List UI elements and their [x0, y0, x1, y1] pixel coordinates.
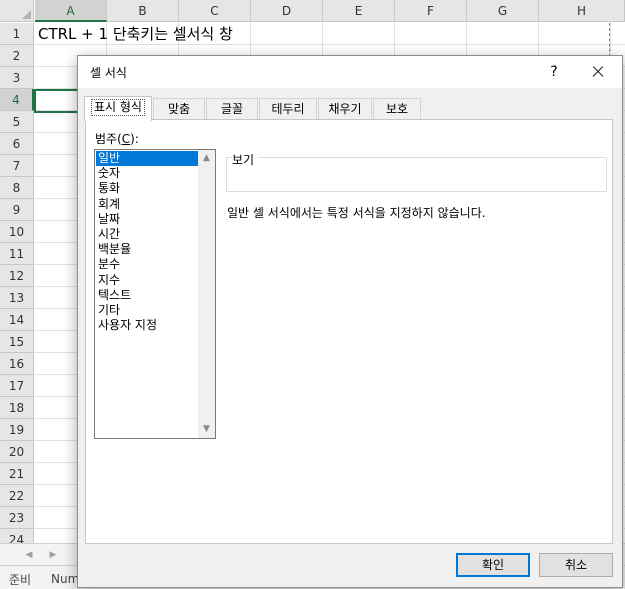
- cancel-button[interactable]: 취소: [539, 553, 613, 577]
- row-header-2[interactable]: 2: [0, 45, 34, 67]
- row-header-4[interactable]: 4: [0, 89, 34, 111]
- category-item[interactable]: 회계: [96, 197, 198, 212]
- category-item[interactable]: 분수: [96, 257, 198, 272]
- dialog-titlebar[interactable]: 셀 서식 ?: [78, 56, 622, 88]
- category-scrollbar[interactable]: ▲ ▼: [198, 150, 215, 438]
- row-header-6[interactable]: 6: [0, 133, 34, 155]
- dialog-title: 셀 서식: [90, 66, 127, 80]
- category-items: 일반 숫자 통화 회계 날짜 시간 백분율 분수 지수 텍스트 기타 사용자 지정: [96, 151, 198, 333]
- sample-label: 보기: [232, 151, 259, 168]
- scroll-up-icon[interactable]: ▲: [198, 150, 215, 167]
- row-header-9[interactable]: 9: [0, 199, 34, 221]
- help-button[interactable]: ?: [541, 59, 567, 85]
- row-header-22[interactable]: 22: [0, 485, 34, 507]
- tab-number-format[interactable]: 표시 형식: [84, 96, 152, 121]
- column-header-b[interactable]: B: [107, 0, 179, 22]
- column-header-e[interactable]: E: [323, 0, 395, 22]
- category-item[interactable]: 날짜: [96, 212, 198, 227]
- row-header-17[interactable]: 17: [0, 375, 34, 397]
- close-icon[interactable]: [584, 59, 612, 85]
- row-header-12[interactable]: 12: [0, 265, 34, 287]
- column-header-f[interactable]: F: [395, 0, 467, 22]
- tab-border[interactable]: 테두리: [259, 98, 317, 120]
- tab-alignment[interactable]: 맞춤: [153, 98, 205, 120]
- row-header-15[interactable]: 15: [0, 331, 34, 353]
- cell-a1-text: CTRL + 1 단축키는 셀서식 창: [38, 25, 233, 43]
- row-header-11[interactable]: 11: [0, 243, 34, 265]
- select-all-corner[interactable]: [0, 0, 34, 22]
- scroll-down-icon[interactable]: ▼: [198, 421, 215, 438]
- row-header-13[interactable]: 13: [0, 287, 34, 309]
- column-header-a[interactable]: A: [35, 0, 107, 22]
- row-header-5[interactable]: 5: [0, 111, 34, 133]
- status-ready: 준비: [9, 573, 32, 587]
- tab-font[interactable]: 글꼴: [206, 98, 258, 120]
- category-item[interactable]: 백분율: [96, 242, 198, 257]
- row-header-23[interactable]: 23: [0, 507, 34, 529]
- column-header-d[interactable]: D: [251, 0, 323, 22]
- row-header-18[interactable]: 18: [0, 397, 34, 419]
- category-item[interactable]: 일반: [96, 151, 198, 167]
- category-label: 범주(C):: [95, 132, 139, 146]
- category-item[interactable]: 시간: [96, 227, 198, 242]
- category-listbox[interactable]: 일반 숫자 통화 회계 날짜 시간 백분율 분수 지수 텍스트 기타 사용자 지정 ▲ ▼: [94, 149, 216, 439]
- triangle-left-icon[interactable]: ◀: [20, 544, 38, 566]
- column-header-h[interactable]: H: [539, 0, 625, 22]
- category-item[interactable]: 기타: [96, 303, 198, 318]
- column-header-c[interactable]: C: [179, 0, 251, 22]
- column-header-g[interactable]: G: [467, 0, 539, 22]
- row-header-16[interactable]: 16: [0, 353, 34, 375]
- category-item[interactable]: 사용자 지정: [96, 318, 198, 333]
- row-header-3[interactable]: 3: [0, 67, 34, 89]
- tab-fill[interactable]: 채우기: [318, 98, 372, 120]
- status-num-lock: Num: [51, 572, 80, 586]
- format-cells-dialog: 셀 서식 ? 표시 형식 맞춤 글꼴 테두리 채우기 보호 범주(C): 일반 숫…: [77, 55, 623, 588]
- row-header-10[interactable]: 10: [0, 221, 34, 243]
- row-header-1[interactable]: 1: [0, 23, 34, 45]
- row-header-21[interactable]: 21: [0, 463, 34, 485]
- number-format-panel: 범주(C): 일반 숫자 통화 회계 날짜 시간 백분율 분수 지수 텍스트 기타 사용자 지정 ▲ …: [85, 119, 613, 544]
- category-item[interactable]: 숫자: [96, 166, 198, 181]
- sample-preview-box: [226, 157, 607, 192]
- category-item[interactable]: 통화: [96, 181, 198, 196]
- row-header-8[interactable]: 8: [0, 177, 34, 199]
- tab-protection[interactable]: 보호: [373, 98, 421, 120]
- format-description: 일반 셀 서식에서는 특정 서식을 지정하지 않습니다.: [227, 206, 486, 220]
- row-header-7[interactable]: 7: [0, 155, 34, 177]
- row-header-19[interactable]: 19: [0, 419, 34, 441]
- category-item[interactable]: 텍스트: [96, 288, 198, 303]
- row-header-14[interactable]: 14: [0, 309, 34, 331]
- ok-button[interactable]: 확인: [456, 553, 530, 577]
- category-item[interactable]: 지수: [96, 273, 198, 288]
- row-header-20[interactable]: 20: [0, 441, 34, 463]
- triangle-right-icon[interactable]: ▶: [44, 544, 62, 566]
